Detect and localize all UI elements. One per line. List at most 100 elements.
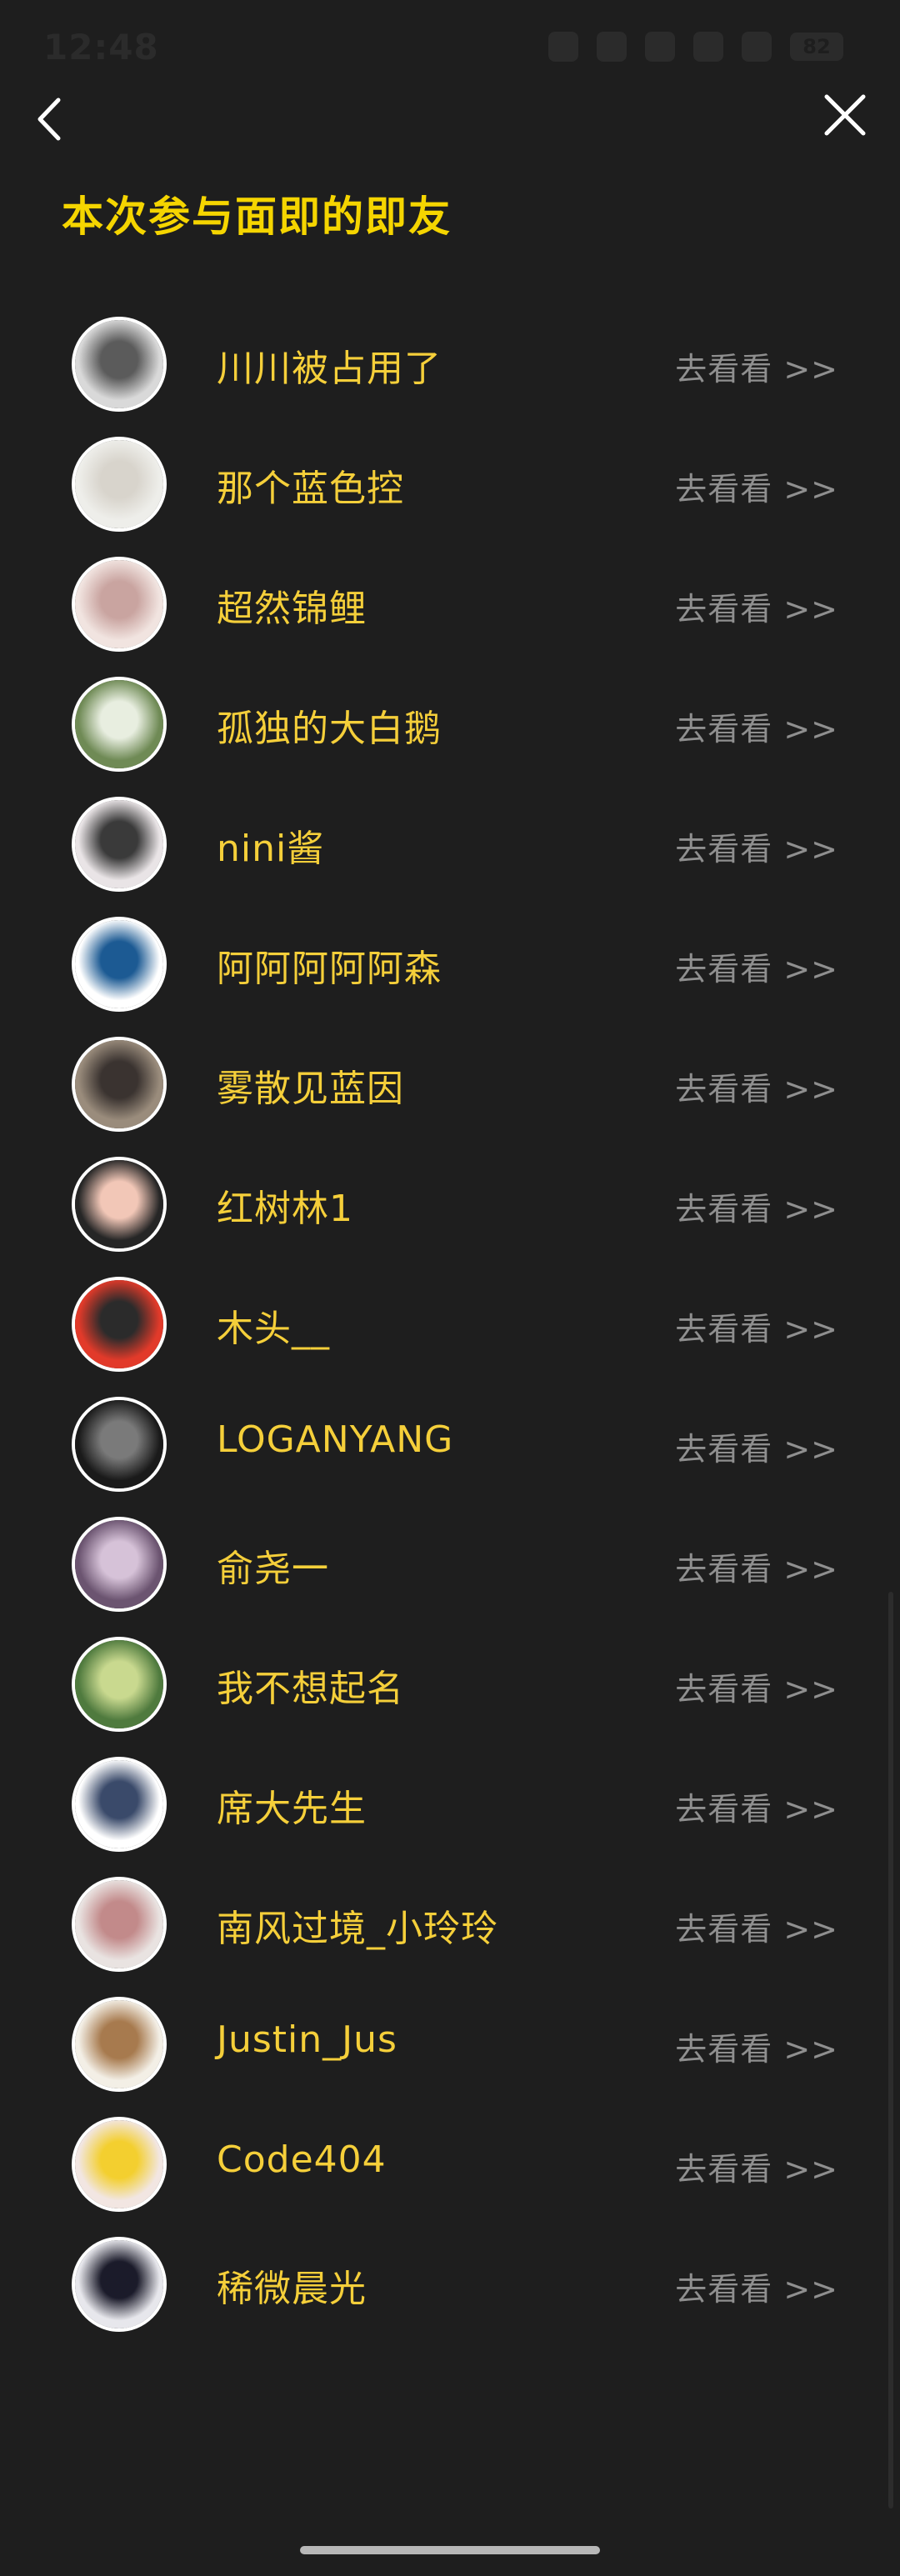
alarm-icon [548,32,578,62]
signal-5ga-icon [742,32,772,62]
view-link[interactable]: 去看看 >> [675,1063,838,1109]
avatar-image [75,1640,163,1728]
view-link[interactable]: 去看看 >> [675,2143,838,2189]
view-link[interactable]: 去看看 >> [675,583,838,629]
status-icons: 82 [548,32,843,62]
avatar[interactable] [72,1397,167,1492]
list-item[interactable]: 席大先生 去看看 >> [0,1757,900,1877]
avatar[interactable] [72,1037,167,1132]
avatar[interactable] [72,1877,167,1972]
view-link[interactable]: 去看看 >> [675,1303,838,1349]
avatar-image [75,800,163,888]
avatar[interactable] [72,1157,167,1252]
avatar[interactable] [72,1277,167,1372]
friend-name: LOGANYANG [217,1418,454,1461]
list-item[interactable]: 稀微晨光 去看看 >> [0,2237,900,2357]
avatar-image [75,1160,163,1248]
scrollbar[interactable] [888,1592,893,2508]
home-indicator[interactable] [300,2546,600,2554]
avatar-image [75,440,163,528]
avatar-image [75,2120,163,2208]
friend-name: 孤独的大白鹅 [217,708,442,750]
list-item[interactable]: 南风过境_小玲玲 去看看 >> [0,1877,900,1997]
screen: 12:48 82 本次参与面即的即友 川川被占用了 去看看 >> 那个蓝色控 去看看 … [0,0,900,2576]
list-item[interactable]: 川川被占用了 去看看 >> [0,317,900,437]
avatar-image [75,320,163,408]
signal-5g-icon [693,32,723,62]
avatar-image [75,2240,163,2328]
avatar[interactable] [72,1517,167,1612]
avatar[interactable] [72,1997,167,2092]
list-item[interactable]: 孤独的大白鹅 去看看 >> [0,677,900,797]
view-link[interactable]: 去看看 >> [675,343,838,389]
close-button[interactable] [822,92,868,138]
view-link[interactable]: 去看看 >> [675,1663,838,1709]
avatar[interactable] [72,1757,167,1852]
avatar-image [75,560,163,648]
friend-name: Justin_Jus [217,2018,398,2061]
avatar-image [75,1880,163,1968]
status-bar: 12:48 82 [0,0,900,92]
friend-list: 川川被占用了 去看看 >> 那个蓝色控 去看看 >> 超然锦鲤 去看看 >> 孤独的大白鹅去… [0,317,900,2357]
list-item[interactable]: 阿阿阿阿阿森 去看看 >> [0,917,900,1037]
status-time: 12:48 [43,27,159,68]
view-link[interactable]: 去看看 >> [675,463,838,509]
friend-name: Code404 [217,2138,387,2181]
back-button[interactable] [32,93,72,145]
friend-name: 南风过境_小玲玲 [217,1908,498,1950]
view-link[interactable]: 去看看 >> [675,703,838,749]
avatar-image [75,1280,163,1368]
avatar-image [75,2000,163,2088]
friend-name: 川川被占用了 [217,348,442,390]
list-item[interactable]: 红树林1 去看看 >> [0,1157,900,1277]
view-link[interactable]: 去看看 >> [675,1423,838,1469]
list-item[interactable]: 木头__ 去看看 >> [0,1277,900,1397]
friend-name: 那个蓝色控 [217,468,404,510]
avatar-image [75,1400,163,1488]
close-icon [824,94,866,136]
view-link[interactable]: 去看看 >> [675,2023,838,2069]
avatar[interactable] [72,917,167,1012]
view-link[interactable]: 去看看 >> [675,823,838,869]
view-link[interactable]: 去看看 >> [675,2263,838,2309]
list-item[interactable]: Justin_Jus 去看看 >> [0,1997,900,2117]
view-link[interactable]: 去看看 >> [675,1903,838,1949]
list-item[interactable]: LOGANYANG 去看看 >> [0,1397,900,1517]
view-link[interactable]: 去看看 >> [675,943,838,989]
view-link[interactable]: 去看看 >> [675,1543,838,1589]
friend-name: 超然锦鲤 [217,588,367,630]
list-item[interactable]: 超然锦鲤 去看看 >> [0,557,900,677]
avatar[interactable] [72,437,167,532]
avatar[interactable] [72,557,167,652]
bluetooth-icon [645,32,675,62]
list-item[interactable]: 雾散见蓝因 去看看 >> [0,1037,900,1157]
avatar[interactable] [72,797,167,892]
list-item[interactable]: 那个蓝色控 去看看 >> [0,437,900,557]
view-link[interactable]: 去看看 >> [675,1783,838,1829]
friend-name: 席大先生 [217,1788,367,1830]
battery-icon: 82 [790,33,843,61]
list-item[interactable]: 我不想起名 去看看 >> [0,1637,900,1757]
friend-name: 稀微晨光 [217,2268,367,2310]
avatar[interactable] [72,2237,167,2332]
friend-name: 木头__ [217,1308,330,1350]
avatar[interactable] [72,1637,167,1732]
avatar[interactable] [72,677,167,772]
list-item[interactable]: Code404 去看看 >> [0,2117,900,2237]
friend-name: 俞尧一 [217,1548,329,1590]
chevron-left-icon [38,98,61,141]
view-link[interactable]: 去看看 >> [675,1183,838,1229]
list-item[interactable]: 俞尧一 去看看 >> [0,1517,900,1637]
page-title: 本次参与面即的即友 [62,193,452,241]
avatar-image [75,1040,163,1128]
avatar[interactable] [72,2117,167,2212]
friend-name: 红树林1 [217,1188,353,1230]
friend-name: 阿阿阿阿阿森 [217,948,442,990]
avatar-image [75,920,163,1008]
avatar[interactable] [72,317,167,412]
friend-name: nini酱 [217,828,325,870]
friend-name: 我不想起名 [217,1668,404,1710]
list-item[interactable]: nini酱 去看看 >> [0,797,900,917]
avatar-image [75,1760,163,1848]
avatar-image [75,680,163,768]
